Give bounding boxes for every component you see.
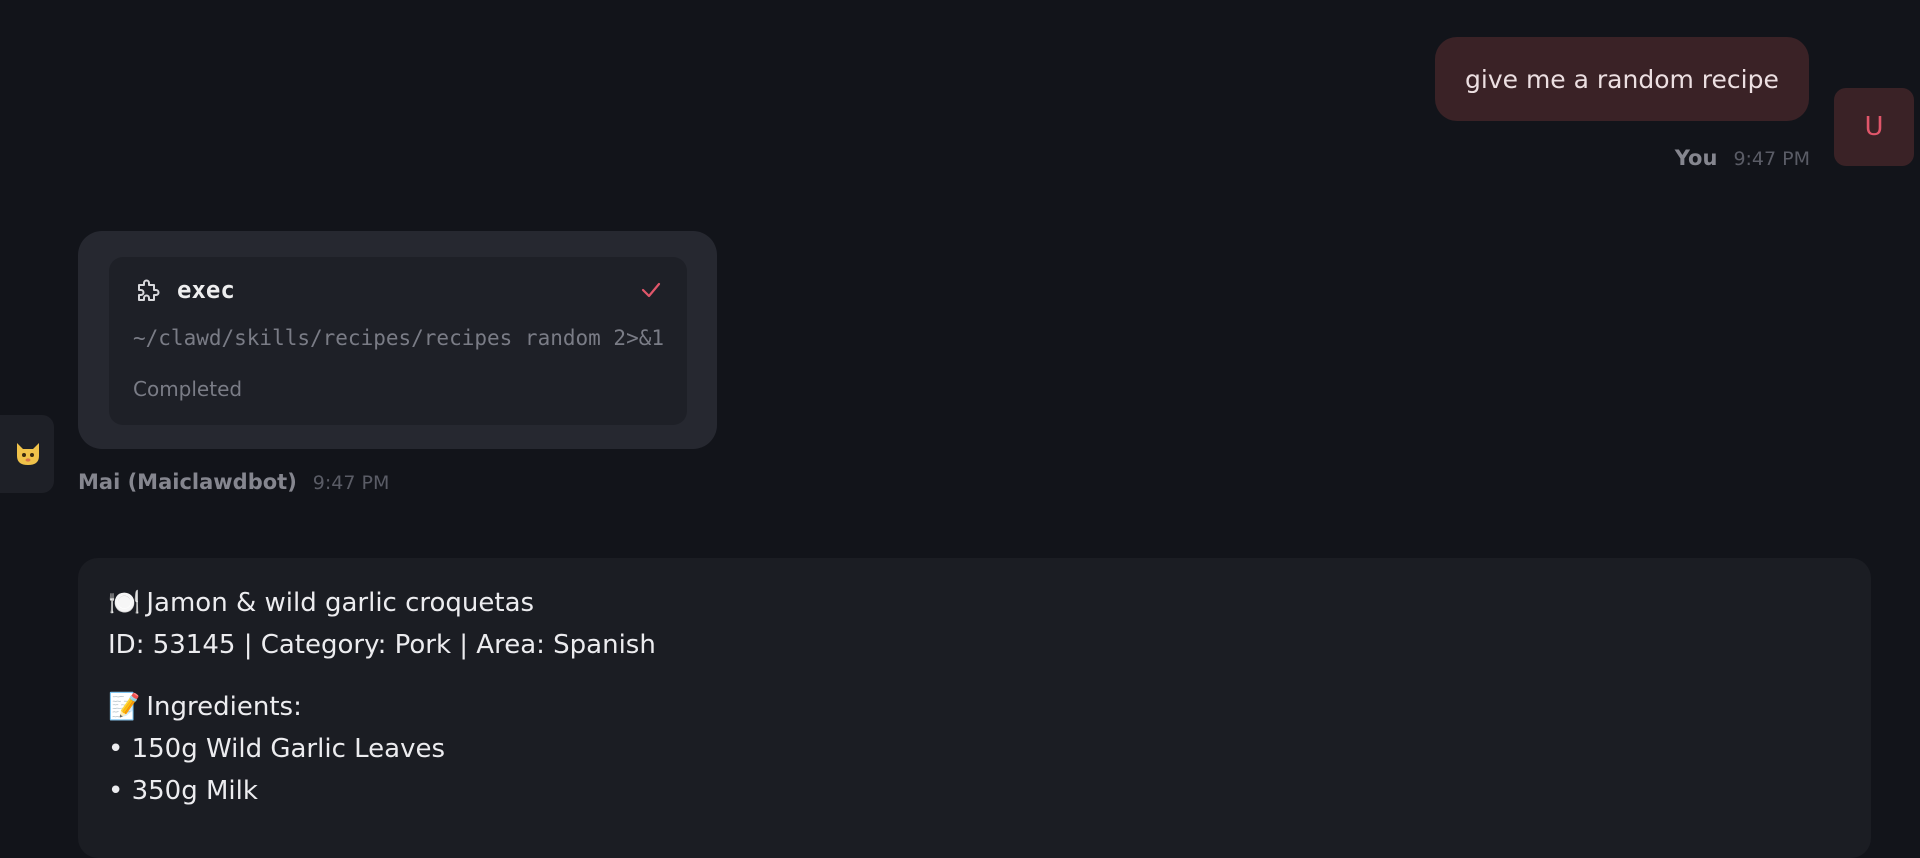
- user-message-meta: You 9:47 PM: [1675, 146, 1810, 170]
- ingredients-label: Ingredients:: [146, 692, 302, 722]
- user-avatar: U: [1834, 88, 1914, 166]
- user-sender-name: You: [1674, 146, 1718, 170]
- ingredient-item: • 150g Wild Garlic Leaves: [108, 734, 446, 764]
- recipe-title: Jamon & wild garlic croquetas: [146, 588, 535, 618]
- bot-avatar: [0, 415, 54, 493]
- user-message-bubble: give me a random recipe: [1435, 37, 1809, 121]
- bot-sender-name: Mai (Maiclawdbot): [78, 470, 297, 494]
- recipe-content: 🍽️ Jamon & wild garlic croquetas ID: 5314…: [108, 582, 656, 812]
- tool-name: exec: [177, 276, 235, 304]
- recipe-title-line: 🍽️ Jamon & wild garlic croquetas: [108, 582, 656, 624]
- puzzle-icon: [134, 276, 162, 304]
- bot-message-time: 9:47 PM: [312, 472, 390, 494]
- tool-status: Completed: [133, 377, 243, 401]
- check-icon: [639, 278, 663, 302]
- user-message-text: give me a random recipe: [1465, 64, 1779, 94]
- tool-command: ~/clawd/skills/recipes/recipes random 2>…: [133, 326, 665, 350]
- bot-message-meta: Mai (Maiclawdbot) 9:47 PM: [78, 470, 389, 494]
- cat-icon: [14, 441, 42, 467]
- memo-icon: 📝: [108, 692, 141, 722]
- recipe-details: ID: 53145 | Category: Pork | Area: Spani…: [108, 630, 656, 660]
- user-avatar-letter: U: [1864, 112, 1884, 142]
- ingredient-item: • 350g Milk: [108, 776, 258, 806]
- ingredients-heading: 📝 Ingredients:: [108, 686, 656, 728]
- user-message-time: 9:47 PM: [1733, 148, 1810, 170]
- plate-icon: 🍽️: [108, 588, 141, 618]
